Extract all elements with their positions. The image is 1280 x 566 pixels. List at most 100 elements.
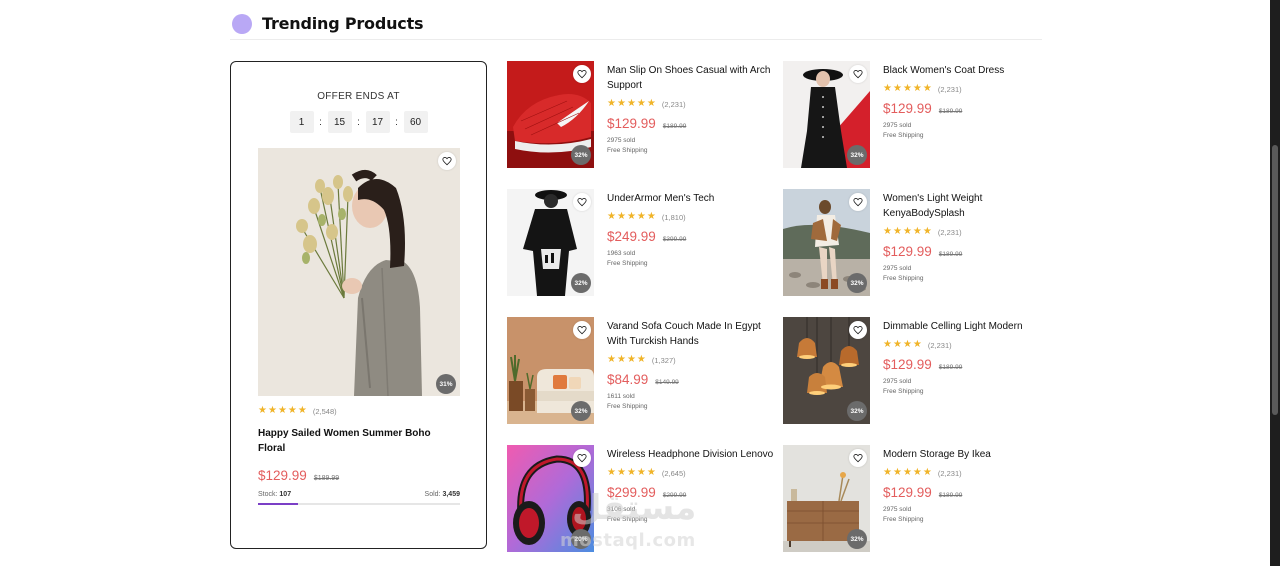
heart-icon (853, 326, 863, 335)
product-card[interactable]: 32% Dimmable Celling Light Modern ★ ★ ★ ★ (… (783, 317, 1053, 425)
scrollbar-thumb[interactable] (1272, 145, 1278, 415)
product-image[interactable]: 32% (507, 317, 594, 424)
star-icon: ★ (883, 339, 892, 350)
product-info: Man Slip On Shoes Casual with Arch Suppo… (607, 61, 777, 156)
current-price: $299.99 (607, 485, 656, 500)
countdown-separator: : (395, 116, 398, 128)
offer-card[interactable]: OFFER ENDS AT 1 : 15 : 17 : 60 31% ★ ★ ★… (230, 61, 487, 549)
star-icon: ★ (258, 405, 267, 416)
sold-label: Sold: (424, 491, 441, 498)
rating-count: (2,231) (937, 227, 962, 237)
product-card[interactable]: 32% Varand Sofa Couch Made In Egypt With… (507, 317, 777, 425)
wishlist-button[interactable] (849, 321, 867, 339)
star-icon: ★ (297, 405, 307, 416)
woman-with-flowers-photo-icon (258, 148, 460, 396)
offer-product-name[interactable]: Happy Sailed Women Summer Boho Floral (258, 426, 453, 456)
product-name[interactable]: Modern Storage By Ikea (883, 447, 1053, 462)
star-icon: ★ (616, 98, 626, 109)
product-card[interactable]: 32% Black Women's Coat Dress ★ ★ ★ ★ ★ (2,23… (783, 61, 1053, 169)
current-price: $129.99 (607, 116, 656, 131)
current-price: $129.99 (883, 357, 932, 372)
product-name[interactable]: Dimmable Celling Light Modern (883, 319, 1053, 334)
countdown-separator: : (319, 116, 322, 128)
shipping-info: Free Shipping (607, 516, 648, 523)
sold-count: 2975 sold (607, 137, 636, 144)
product-info: UnderArmor Men's Tech ★ ★ ★ ★ ★ (1,810) $249… (607, 189, 777, 269)
section-header: Trending Products (230, 8, 1042, 40)
old-price: $189.99 (313, 475, 340, 482)
product-name[interactable]: Man Slip On Shoes Casual with Arch Suppo… (607, 63, 777, 93)
product-name[interactable]: Women's Light Weight KenyaBodySplash (883, 191, 1053, 221)
star-icon: ★ (646, 98, 656, 109)
product-info: Black Women's Coat Dress ★ ★ ★ ★ ★ (2,231) $… (883, 61, 1053, 141)
star-icon: ★ (636, 354, 646, 365)
star-icon: ★ (267, 405, 277, 416)
product-card[interactable]: 20% Wireless Headphone Division Lenovo ★… (507, 445, 777, 553)
rating-count: (2,231) (937, 84, 962, 94)
product-card[interactable]: 32% Women's Light Weight KenyaBodySplash… (783, 189, 1053, 297)
star-icon: ★ (922, 226, 932, 237)
sold-count: 2975 sold (883, 122, 912, 129)
header-dot-icon (232, 13, 252, 34)
discount-badge: 32% (847, 273, 867, 293)
product-image[interactable]: 32% (507, 61, 594, 168)
product-image[interactable]: 20% (507, 445, 594, 552)
product-image[interactable]: 32% (783, 445, 870, 552)
stock-row: Stock: 107 Sold: 3,459 (258, 491, 460, 498)
scrollbar-track[interactable] (1270, 0, 1280, 566)
heart-icon (853, 454, 863, 463)
old-price: $189.99 (938, 364, 963, 371)
wishlist-button[interactable] (849, 65, 867, 83)
product-name[interactable]: Black Women's Coat Dress (883, 63, 1053, 78)
product-name[interactable]: Varand Sofa Couch Made In Egypt With Tur… (607, 319, 777, 349)
wishlist-button[interactable] (849, 193, 867, 211)
star-icon: ★ (883, 467, 892, 478)
price-row: $249.99 $399.99 (607, 229, 777, 244)
old-price: $189.99 (938, 492, 963, 499)
stock-progress-fill (258, 503, 299, 505)
current-price: $129.99 (883, 485, 932, 500)
sold-count: 2975 sold (883, 378, 912, 385)
wishlist-button[interactable] (573, 321, 591, 339)
discount-badge: 32% (571, 401, 591, 421)
shipping-info: Free Shipping (883, 275, 924, 282)
product-name[interactable]: Wireless Headphone Division Lenovo (607, 447, 777, 462)
heart-icon (853, 70, 863, 79)
rating-count: (2,231) (927, 340, 952, 350)
wishlist-button[interactable] (438, 152, 456, 170)
rating-count: (1,810) (661, 212, 686, 222)
countdown-hours: 15 (327, 111, 352, 133)
product-card[interactable]: 32% Modern Storage By Ikea ★ ★ ★ ★ ★ (2,231)… (783, 445, 1053, 553)
discount-badge: 20% (571, 529, 591, 549)
price-row: $299.99 $299.99 (607, 485, 777, 500)
shipping-info: Free Shipping (607, 403, 648, 410)
wishlist-button[interactable] (573, 65, 591, 83)
old-price: $189.99 (938, 251, 963, 258)
wishlist-button[interactable] (573, 449, 591, 467)
stock-info: Stock: 107 (258, 491, 291, 498)
wishlist-button[interactable] (849, 449, 867, 467)
star-icon: ★ (287, 405, 297, 416)
product-image[interactable]: 32% (783, 61, 870, 168)
star-icon: ★ (616, 211, 626, 222)
price-row: $129.99 $189.99 (883, 244, 1053, 259)
star-icon: ★ (616, 354, 626, 365)
product-card[interactable]: 32% UnderArmor Men's Tech ★ ★ ★ ★ ★ (1,810) … (507, 189, 777, 297)
product-name[interactable]: UnderArmor Men's Tech (607, 191, 777, 206)
old-price: $189.99 (938, 108, 963, 115)
offer-info: ★ ★ ★ ★ ★ (2,548) Happy Sailed Women Sum… (258, 406, 460, 505)
star-icon: ★ (902, 339, 912, 350)
product-image[interactable]: 32% (783, 317, 870, 424)
price-row: $129.99 $189.99 (883, 357, 1053, 372)
price-row: $129.99 $189.99 (258, 468, 460, 483)
old-price: $149.99 (655, 379, 679, 386)
product-image[interactable]: 32% (783, 189, 870, 296)
heart-icon (577, 70, 587, 79)
product-card[interactable]: 32% Man Slip On Shoes Casual with Arch S… (507, 61, 777, 169)
product-info: Wireless Headphone Division Lenovo ★ ★ ★ ★ ★… (607, 445, 777, 525)
product-image[interactable]: 32% (507, 189, 594, 296)
star-icon: ★ (912, 226, 922, 237)
offer-product-image[interactable]: 31% (258, 148, 460, 396)
wishlist-button[interactable] (573, 193, 591, 211)
sold-count: 3106 sold (607, 506, 636, 513)
